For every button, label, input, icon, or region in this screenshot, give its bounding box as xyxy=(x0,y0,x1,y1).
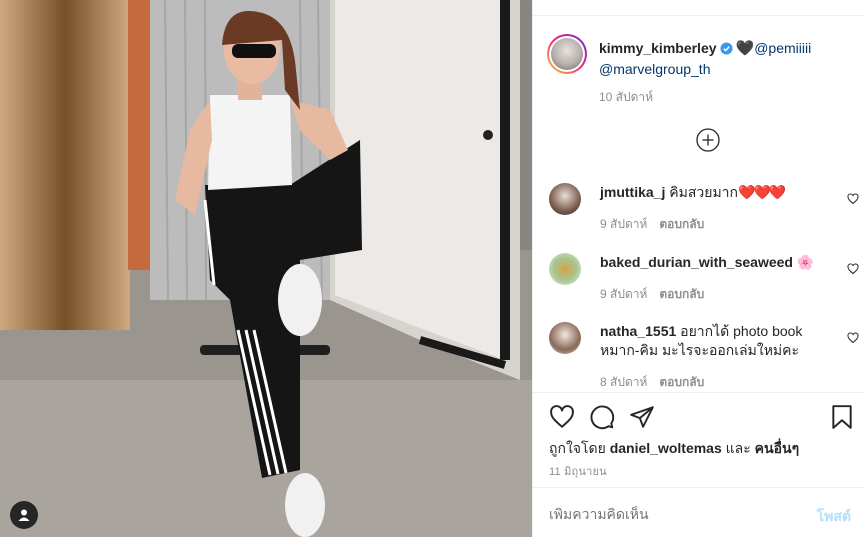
comment-heart-icon[interactable] xyxy=(847,263,859,275)
add-comment-divider xyxy=(533,487,865,488)
comment-icon[interactable] xyxy=(589,404,615,430)
comment-text: baked_durian_with_seaweed 🌸 xyxy=(600,253,840,272)
likes-conjunction: และ xyxy=(725,440,751,456)
post-date[interactable]: 11 มิถุนายน xyxy=(549,462,607,480)
post-comment-button[interactable]: โพสต์ xyxy=(817,506,851,528)
reply-button[interactable]: ตอบกลับ xyxy=(659,287,704,301)
post-photo[interactable] xyxy=(0,0,532,537)
actions-divider xyxy=(533,392,865,393)
load-more-icon[interactable] xyxy=(696,128,720,152)
add-comment-input[interactable] xyxy=(549,506,799,522)
caption-timestamp: 10 สัปดาห์ xyxy=(599,90,654,104)
bookmark-icon[interactable] xyxy=(829,404,855,430)
likes-prefix: ถูกใจโดย xyxy=(549,440,606,456)
comment-heart-icon[interactable] xyxy=(847,193,859,205)
reply-button[interactable]: ตอบกลับ xyxy=(659,375,704,389)
comment-emoji: 🌸 xyxy=(796,254,815,270)
likes-summary: ถูกใจโดย daniel_woltemas และ คนอื่นๆ xyxy=(549,438,799,460)
commenter-avatar[interactable] xyxy=(549,253,581,285)
caption-text: kimmy_kimberley 🖤@pemiiiii @marvelgroup_t… xyxy=(599,38,849,79)
comment-meta: 9 สัปดาห์ ตอบกลับ xyxy=(600,215,716,234)
commenter-avatar[interactable] xyxy=(549,183,581,215)
mention-link[interactable]: @marvelgroup_th xyxy=(599,61,711,77)
liker-username[interactable]: daniel_woltemas xyxy=(610,440,722,456)
commenter-username[interactable]: baked_durian_with_seaweed xyxy=(600,254,793,270)
reply-button[interactable]: ตอบกลับ xyxy=(659,217,704,231)
heart-outline-icon[interactable] xyxy=(549,404,575,430)
commenter-avatar[interactable] xyxy=(549,322,581,354)
comment-meta: 8 สัปดาห์ ตอบกลับ xyxy=(600,373,716,392)
comment-meta: 9 สัปดาห์ ตอบกลับ xyxy=(600,285,716,304)
comment-heart-icon[interactable] xyxy=(847,332,859,344)
post-side-panel: kimmy_kimberley 🖤@pemiiiii @marvelgroup_t… xyxy=(532,0,865,537)
commenter-username[interactable]: natha_1551 xyxy=(600,323,676,339)
comment-text: natha_1551 อยากได้ photo book หมาก-คิม ม… xyxy=(600,322,830,360)
comment-text: jmuttika_j คิมสวยมาก❤️❤️❤️ xyxy=(600,183,830,202)
user-tag-button[interactable] xyxy=(10,501,38,529)
comment-content: คิมสวยมาก xyxy=(669,184,739,200)
mention-link[interactable]: @pemiiiii xyxy=(754,40,811,56)
commenter-username[interactable]: jmuttika_j xyxy=(600,184,665,200)
photo-illustration xyxy=(0,0,532,537)
verified-icon xyxy=(719,42,733,55)
comment-emoji: ❤️❤️❤️ xyxy=(738,184,786,200)
header-divider xyxy=(533,15,865,16)
caption-emoji: 🖤 xyxy=(735,40,755,57)
comment-timestamp: 8 สัปดาห์ xyxy=(600,375,648,389)
author-username[interactable]: kimmy_kimberley xyxy=(599,40,717,56)
comment-timestamp: 9 สัปดาห์ xyxy=(600,287,648,301)
author-avatar[interactable] xyxy=(547,34,587,74)
share-icon[interactable] xyxy=(629,404,655,430)
comment-timestamp: 9 สัปดาห์ xyxy=(600,217,648,231)
others-link[interactable]: คนอื่นๆ xyxy=(755,440,799,456)
user-tag-icon xyxy=(18,509,30,521)
